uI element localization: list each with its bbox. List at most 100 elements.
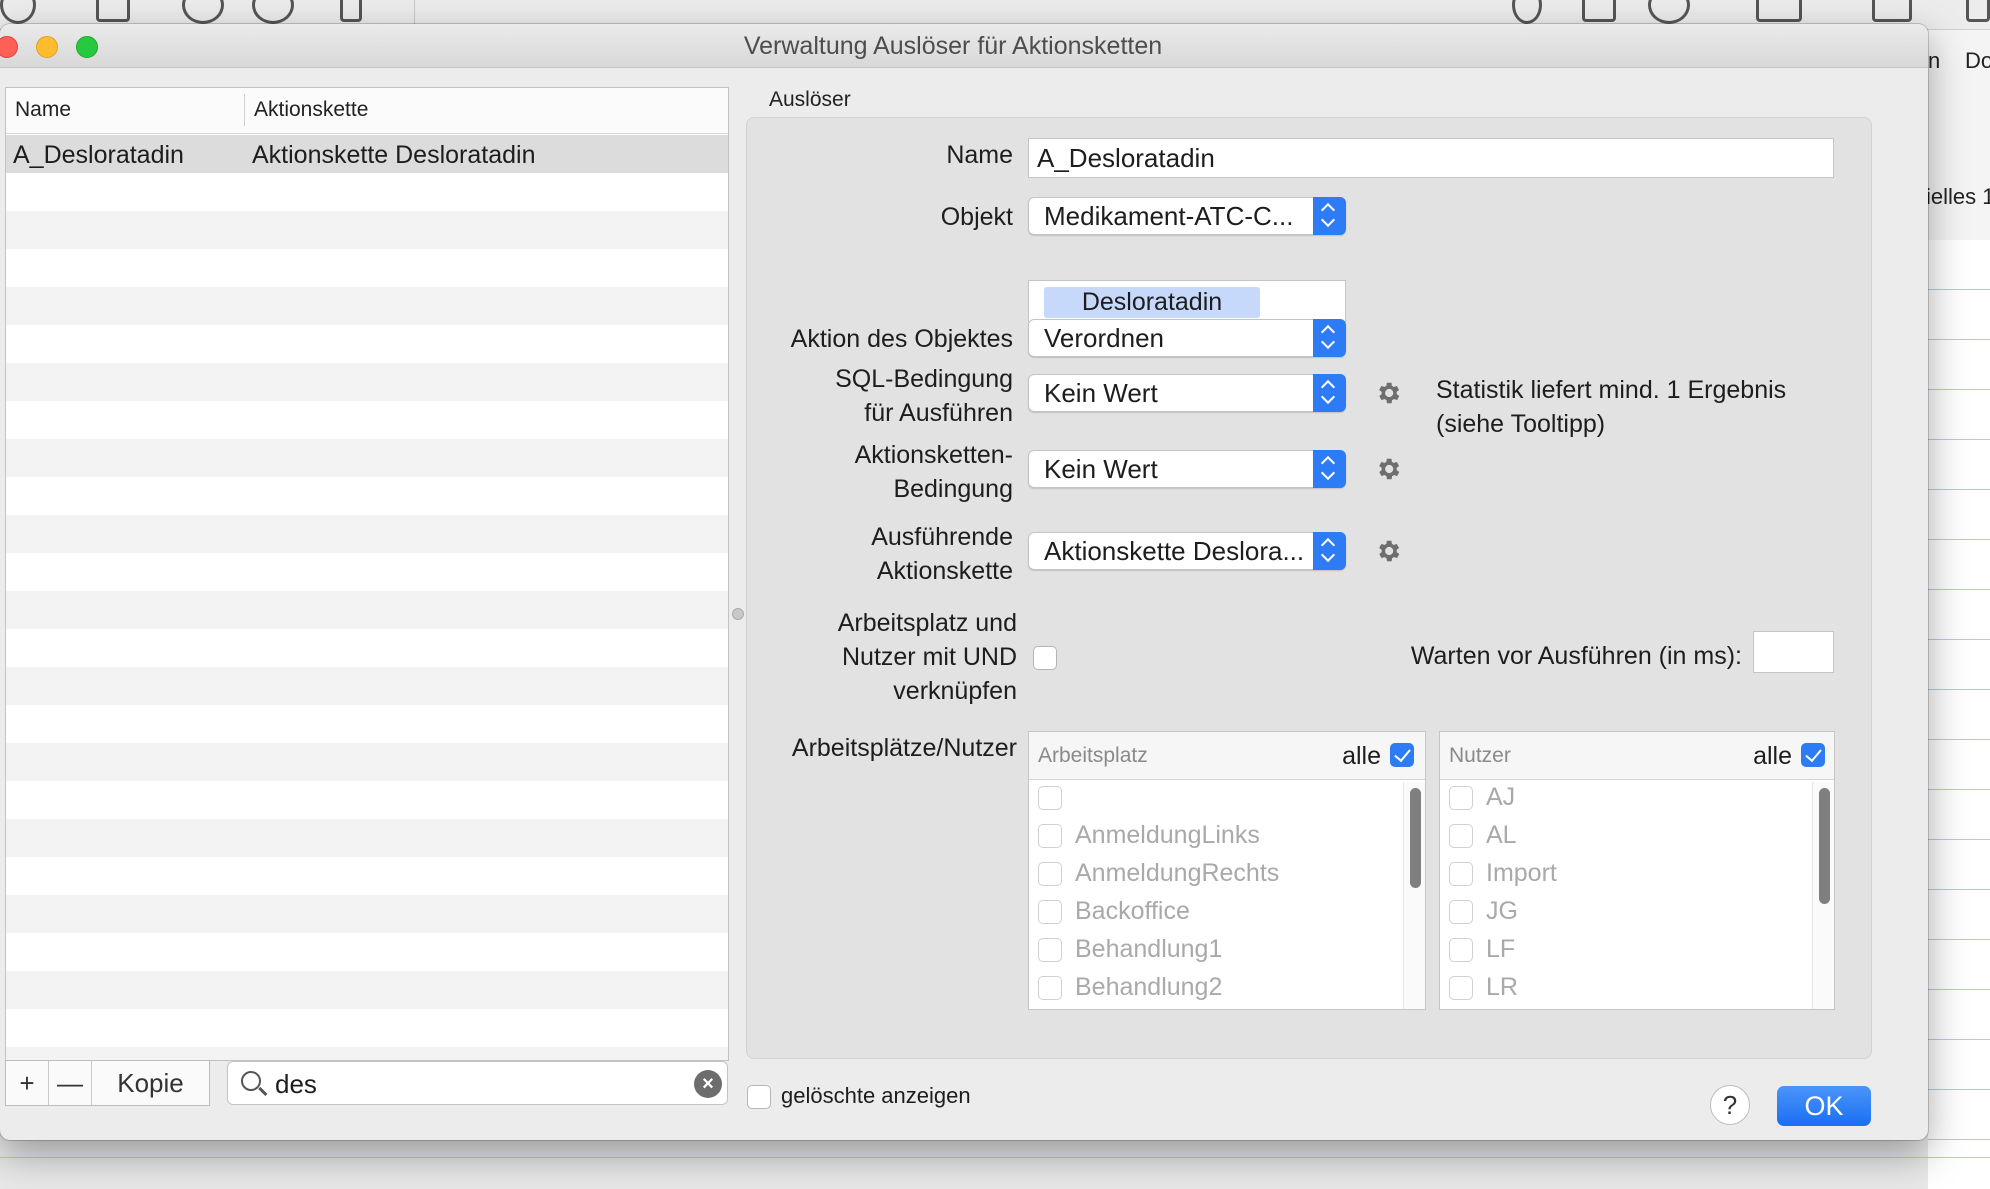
bg-document-icon <box>1966 0 1990 22</box>
search-field[interactable]: des × <box>227 1061 728 1105</box>
sql-condition-popup[interactable]: Kein Wert <box>1028 374 1346 412</box>
workstation-all-checkbox[interactable] <box>1390 743 1414 767</box>
object-token-field[interactable]: Desloratadin <box>1028 280 1346 322</box>
add-button[interactable]: + <box>6 1061 49 1105</box>
chain-condition-popup-value: Kein Wert <box>1044 454 1158 484</box>
wait-ms-field[interactable] <box>1753 631 1834 673</box>
copy-button[interactable]: Kopie <box>92 1061 209 1105</box>
list-item-label: JG <box>1486 897 1518 925</box>
action-popup[interactable]: Verordnen <box>1028 319 1346 357</box>
bg-bottle-icon <box>340 0 362 22</box>
exec-chain-label-line2: Aktionskette <box>876 557 1013 585</box>
sql-condition-label-line2: für Ausführen <box>864 399 1013 427</box>
list-item-label: LF <box>1486 935 1516 963</box>
list-item-checkbox[interactable] <box>1038 824 1062 848</box>
list-item-checkbox[interactable] <box>1038 862 1062 886</box>
bg-clipboard-icon <box>96 0 130 22</box>
user-list-title: Nutzer <box>1449 744 1511 767</box>
chain-condition-label-line2: Bedingung <box>893 475 1013 503</box>
scrollbar-thumb[interactable] <box>1819 788 1830 904</box>
object-label: Objekt <box>940 203 1013 231</box>
exec-chain-gear-icon[interactable] <box>1374 537 1402 565</box>
scrollbar-thumb[interactable] <box>1410 788 1421 888</box>
wait-label: Warten vor Ausführen (in ms): <box>1410 642 1742 670</box>
bg-pin-icon <box>0 0 36 24</box>
workstation-list-header: Arbeitsplatz alle <box>1029 732 1425 780</box>
sql-hint-line2: (siehe Tooltipp) <box>1436 410 1606 438</box>
sql-hint-line1: Statistik liefert mind. 1 Ergebnis <box>1436 376 1787 404</box>
list-item-checkbox[interactable] <box>1449 824 1473 848</box>
trigger-management-window: Verwaltung Auslöser für Aktionsketten Na… <box>0 24 1928 1140</box>
table-row[interactable]: A_Desloratadin Aktionskette Desloratadin <box>6 135 728 173</box>
chevron-updown-icon <box>1313 319 1346 357</box>
bg-refresh-icon <box>1648 0 1690 24</box>
column-header-chain[interactable]: Aktionskette <box>254 98 368 122</box>
bg-back-icon <box>182 0 224 24</box>
list-item-label: LR <box>1486 973 1518 1001</box>
list-item-checkbox[interactable] <box>1038 938 1062 962</box>
name-field[interactable]: A_Desloratadin <box>1028 138 1834 178</box>
background-ruled-line <box>0 1157 1990 1158</box>
workstation-list: Arbeitsplatz alle AnmeldungLinks Anmeldu… <box>1028 731 1426 1010</box>
list-item-checkbox[interactable] <box>1038 900 1062 924</box>
ok-button[interactable]: OK <box>1777 1086 1871 1126</box>
search-input[interactable]: des <box>275 1069 317 1100</box>
list-item-label: AnmeldungRechts <box>1075 859 1280 887</box>
list-item-checkbox[interactable] <box>1449 976 1473 1000</box>
column-separator[interactable] <box>244 94 245 126</box>
search-icon <box>241 1071 261 1091</box>
remove-button[interactable]: — <box>49 1061 92 1105</box>
user-all-checkbox[interactable] <box>1801 743 1825 767</box>
bg-toolbar-separator <box>414 0 415 24</box>
list-item-label: AL <box>1486 821 1517 849</box>
bg-lock-icon <box>1582 0 1616 22</box>
table-button-bar: + — Kopie <box>5 1060 210 1106</box>
sql-condition-label-line1: SQL-Bedingung <box>835 365 1013 393</box>
column-header-name[interactable]: Name <box>15 98 71 122</box>
action-popup-value: Verordnen <box>1044 323 1164 353</box>
action-label: Aktion des Objektes <box>790 325 1013 353</box>
list-item-label: AnmeldungLinks <box>1075 821 1260 849</box>
list-item-checkbox[interactable] <box>1449 938 1473 962</box>
and-link-checkbox[interactable] <box>1033 646 1057 670</box>
bg-message-icon <box>1756 0 1802 22</box>
list-item-checkbox[interactable] <box>1449 862 1473 886</box>
object-popup-value: Medikament-ATC-C... <box>1044 201 1294 231</box>
workstation-list-scrollbar[interactable] <box>1403 782 1425 1009</box>
object-token[interactable]: Desloratadin <box>1044 287 1260 318</box>
user-list-scrollbar[interactable] <box>1812 782 1834 1009</box>
split-view-handle[interactable] <box>732 608 744 620</box>
table-header: Name Aktionskette <box>6 88 728 134</box>
list-item-checkbox[interactable] <box>1449 786 1473 810</box>
chain-condition-popup[interactable]: Kein Wert <box>1028 450 1346 488</box>
and-link-label-line3: verknüpfen <box>893 677 1017 705</box>
object-popup[interactable]: Medikament-ATC-C... <box>1028 197 1346 235</box>
places-users-label: Arbeitsplätze/Nutzer <box>791 734 1017 762</box>
exec-chain-popup[interactable]: Aktionskette Deslora... <box>1028 532 1346 570</box>
list-item-label: Import <box>1486 859 1557 887</box>
chevron-updown-icon <box>1313 374 1346 412</box>
list-item-checkbox[interactable] <box>1038 976 1062 1000</box>
row-name-cell: A_Desloratadin <box>13 141 184 169</box>
group-title: Auslöser <box>769 88 851 111</box>
exec-chain-popup-value: Aktionskette Deslora... <box>1044 536 1305 566</box>
user-list: Nutzer alle AJ AL Import JG LF LR <box>1439 731 1835 1010</box>
chevron-updown-icon <box>1313 532 1346 570</box>
show-deleted-checkbox[interactable] <box>747 1085 771 1109</box>
help-button[interactable]: ? <box>1710 1085 1750 1125</box>
list-item-checkbox[interactable] <box>1038 786 1062 810</box>
chevron-updown-icon <box>1313 197 1346 235</box>
list-item-checkbox[interactable] <box>1449 900 1473 924</box>
bg-folder-icon <box>1872 0 1912 22</box>
clear-search-icon[interactable]: × <box>694 1070 722 1098</box>
sql-condition-gear-icon[interactable] <box>1374 379 1402 407</box>
show-deleted-label[interactable]: gelöschte anzeigen <box>781 1079 971 1113</box>
and-link-label-line1: Arbeitsplatz und <box>837 609 1017 637</box>
chain-condition-gear-icon[interactable] <box>1374 455 1402 483</box>
sql-condition-popup-value: Kein Wert <box>1044 378 1158 408</box>
list-item-label: Backoffice <box>1075 897 1190 925</box>
background-ruled-lines <box>1928 240 1990 1189</box>
table-rows-background <box>6 135 728 1060</box>
chain-condition-label-line1: Aktionsketten- <box>854 441 1013 469</box>
and-link-label-line2: Nutzer mit UND <box>841 643 1017 671</box>
